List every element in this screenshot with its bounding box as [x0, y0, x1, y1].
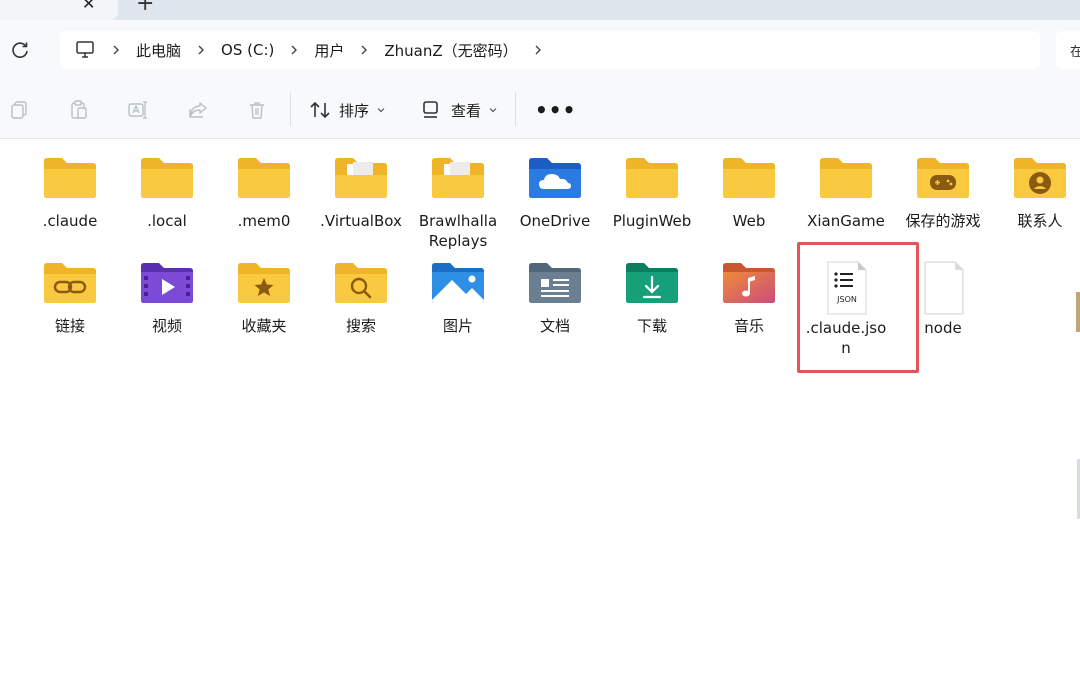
folder-icon [44, 158, 96, 198]
item-name: 文档 [539, 317, 570, 335]
contacts-folder-icon [1014, 158, 1066, 198]
folder-item[interactable]: 图片 [413, 260, 503, 336]
folder-item[interactable]: .claude [25, 155, 115, 231]
item-name: 联系人 [1017, 212, 1063, 230]
search-box-text: 在 [1070, 45, 1080, 60]
onedrive-folder-icon [529, 158, 581, 198]
chevron-right-icon[interactable] [288, 44, 300, 56]
folder-item[interactable]: .local [122, 155, 212, 231]
folder-item[interactable]: 联系人 [995, 155, 1080, 231]
chevron-right-icon[interactable] [110, 44, 122, 56]
item-name: PluginWeb [612, 212, 692, 230]
view-icon [423, 101, 438, 118]
music-folder-icon [723, 263, 775, 303]
folder-icon [238, 158, 290, 198]
folder-with-files-icon [335, 158, 387, 198]
item-name: 下载 [636, 317, 667, 335]
folder-item[interactable]: 链接 [25, 260, 115, 336]
chevron-down-icon [377, 108, 385, 113]
window-edge [1076, 292, 1080, 332]
item-name: 链接 [54, 317, 85, 335]
favorites-folder-icon [238, 263, 290, 303]
refresh-icon[interactable] [9, 40, 31, 62]
address-row: 此电脑 OS (C:) 用户 ZhuanZ（无密码） 在 [0, 20, 1080, 80]
copy-icon[interactable] [9, 100, 29, 120]
view-label: 查看 [451, 101, 482, 120]
sort-label: 排序 [339, 101, 370, 120]
chevron-right-icon[interactable] [195, 44, 207, 56]
chevron-down-icon [489, 108, 497, 113]
sort-icon [310, 101, 330, 119]
item-name: 搜索 [345, 317, 376, 335]
pictures-folder-icon [432, 263, 484, 303]
breadcrumb-user-folder[interactable]: ZhuanZ（无密码） [384, 40, 517, 61]
item-name: .claude [42, 212, 98, 230]
toolbar-divider [515, 92, 516, 126]
folder-item[interactable]: 文档 [510, 260, 600, 336]
item-name: 视频 [151, 317, 182, 335]
view-button[interactable]: 查看 [421, 99, 498, 121]
chevron-right-icon[interactable] [532, 44, 544, 56]
folder-item[interactable]: XianGame [801, 155, 891, 231]
folder-item[interactable]: 音乐 [704, 260, 794, 336]
pc-icon [76, 41, 94, 58]
sort-button[interactable]: 排序 [309, 99, 386, 121]
toolbar-divider [290, 92, 291, 126]
chevron-right-icon[interactable] [358, 44, 370, 56]
close-tab-icon[interactable]: ✕ [82, 0, 95, 13]
item-name: Brawlhalla Replays [418, 212, 498, 250]
folder-item[interactable]: .mem0 [219, 155, 309, 231]
breadcrumb-users[interactable]: 用户 [314, 40, 344, 61]
item-name: 图片 [442, 317, 473, 335]
share-icon[interactable] [188, 100, 208, 120]
downloads-folder-icon [626, 263, 678, 303]
new-tab-icon[interactable]: + [136, 0, 154, 16]
active-tab[interactable]: ✕ [0, 0, 118, 20]
folder-icon [723, 158, 775, 198]
command-bar: 排序 查看 ••• [0, 80, 1080, 139]
folder-item[interactable]: OneDrive [510, 155, 600, 231]
videos-folder-icon [141, 263, 193, 303]
folder-icon [626, 158, 678, 198]
breadcrumb-os-c[interactable]: OS (C:) [221, 41, 274, 59]
folder-item[interactable]: 保存的游戏 [898, 155, 988, 231]
breadcrumb-this-pc[interactable]: 此电脑 [136, 40, 181, 61]
paste-icon[interactable] [69, 100, 89, 120]
item-name: XianGame [807, 212, 885, 230]
folder-icon [820, 158, 872, 198]
tab-strip: ✕ + [0, 0, 1080, 20]
folder-item[interactable]: 搜索 [316, 260, 406, 336]
folder-item[interactable]: Web [704, 155, 794, 231]
item-name: .VirtualBox [320, 212, 402, 230]
blank-file-icon [924, 261, 964, 315]
folder-item[interactable]: 视频 [122, 260, 212, 336]
item-name: Web [732, 212, 766, 230]
folder-with-files-icon [432, 158, 484, 198]
more-options-button[interactable]: ••• [535, 98, 576, 122]
folder-icon [141, 158, 193, 198]
selection-highlight-box [797, 242, 919, 373]
rename-icon[interactable] [128, 100, 148, 120]
item-name: .mem0 [237, 212, 291, 230]
folder-item[interactable]: Brawlhalla Replays [413, 155, 503, 251]
item-name: 音乐 [733, 317, 764, 335]
folder-item[interactable]: 收藏夹 [219, 260, 309, 336]
item-name: .local [147, 212, 187, 230]
search-box[interactable]: 在 [1056, 31, 1080, 69]
item-name: 保存的游戏 [905, 212, 981, 230]
item-name: OneDrive [519, 212, 591, 230]
file-list: .claude .local .mem0 .VirtualBox Brawlha… [0, 139, 1080, 684]
delete-icon[interactable] [247, 100, 267, 120]
folder-item[interactable]: PluginWeb [607, 155, 697, 231]
links-folder-icon [44, 263, 96, 303]
documents-folder-icon [529, 263, 581, 303]
item-name: 收藏夹 [241, 317, 287, 335]
address-bar[interactable]: 此电脑 OS (C:) 用户 ZhuanZ（无密码） [60, 31, 1040, 69]
searches-folder-icon [335, 263, 387, 303]
folder-item[interactable]: .VirtualBox [316, 155, 406, 231]
folder-item[interactable]: 下载 [607, 260, 697, 336]
saved-games-folder-icon [917, 158, 969, 198]
